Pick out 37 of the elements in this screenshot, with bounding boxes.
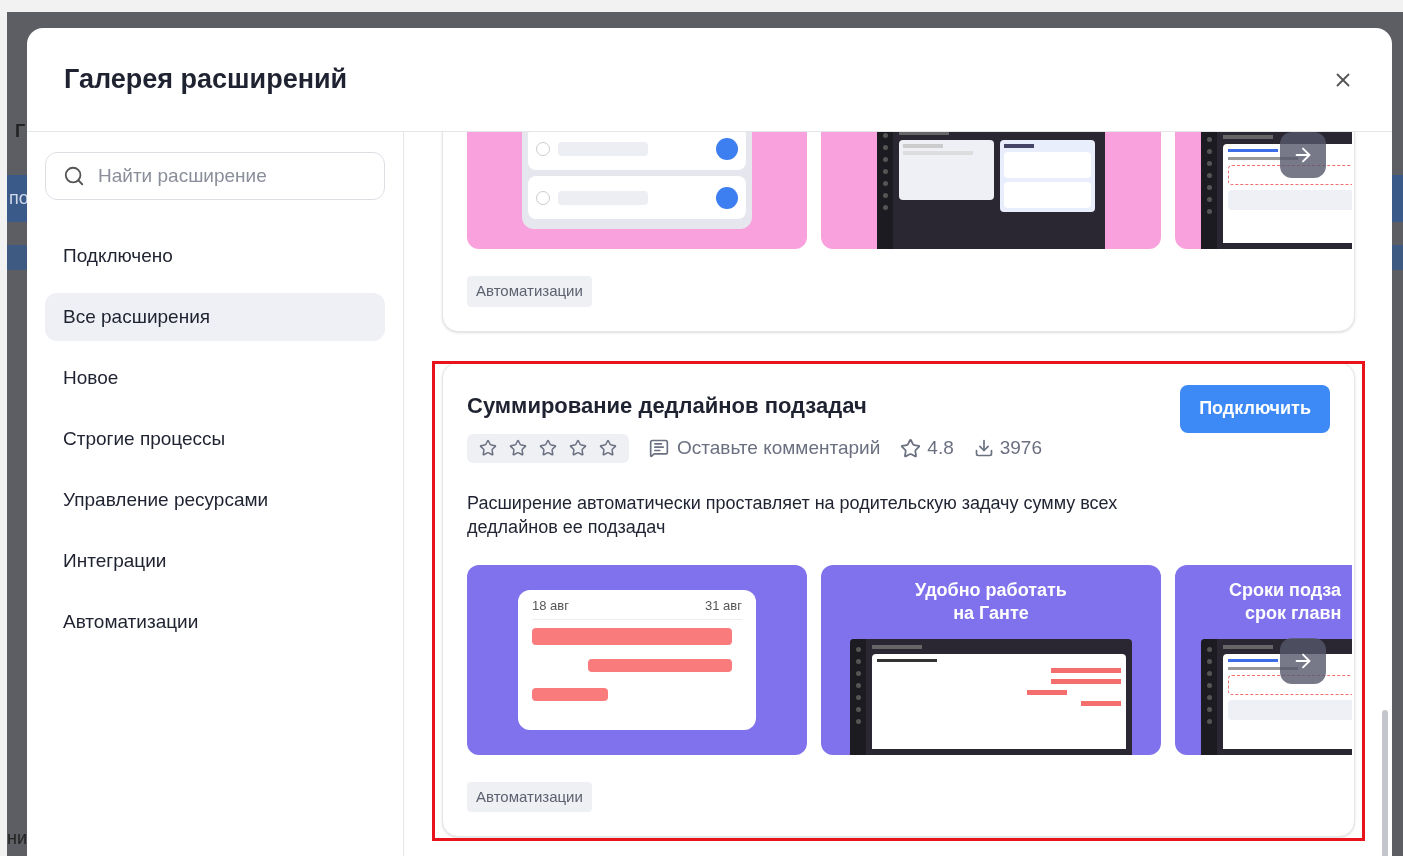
download-icon: [973, 438, 994, 458]
star-icon: [479, 439, 497, 457]
background-text: Г: [14, 120, 27, 143]
sidebar-item[interactable]: Управление ресурсами: [45, 476, 385, 524]
star-icon: [900, 437, 922, 459]
scrollbar-thumb[interactable]: [1382, 710, 1388, 856]
star-icon: [599, 439, 617, 457]
date-label: 31 авг: [705, 596, 742, 615]
caption-text: на Ганте: [953, 601, 1029, 625]
sidebar-item[interactable]: Подключено: [45, 232, 385, 280]
next-arrow-button[interactable]: [1280, 132, 1326, 178]
sidebar-item[interactable]: Автоматизации: [45, 598, 385, 646]
category-tag: Автоматизации: [467, 781, 592, 812]
category-tag: Автоматизации: [467, 276, 592, 307]
next-arrow-button[interactable]: [1280, 637, 1326, 684]
star-icon: [539, 439, 557, 457]
extension-title: Суммирование дедлайнов подзадач: [467, 391, 868, 420]
extension-description: Расширение автоматически проставляет на родительскую задачу сумму всех дедлайнов ее подзадач: [467, 491, 1119, 539]
rating-value: 4.8: [927, 435, 954, 460]
background-text: ни: [7, 827, 28, 850]
sidebar-item[interactable]: Строгие процессы: [45, 415, 385, 463]
dialog-title: Галерея расширений: [64, 63, 348, 97]
comment-icon: [649, 438, 669, 458]
comment-link[interactable]: Оставьте комментарий: [649, 433, 881, 463]
rating-stars[interactable]: [467, 433, 629, 463]
date-label: 18 авг: [532, 596, 569, 615]
sidebar-item[interactable]: Все расширения: [45, 293, 385, 341]
sidebar-item[interactable]: Новое: [45, 354, 385, 402]
star-icon: [509, 439, 527, 457]
caption-text: Сроки подза: [1229, 578, 1343, 602]
download-count: 3976: [999, 435, 1042, 460]
star-icon: [569, 439, 587, 457]
sidebar-item[interactable]: Интеграции: [45, 537, 385, 585]
search-field[interactable]: Найти расширение: [45, 152, 385, 200]
caption-text: срок главн: [1244, 601, 1343, 625]
caption-text: Удобно работать: [915, 578, 1067, 602]
search-icon: [63, 165, 85, 187]
